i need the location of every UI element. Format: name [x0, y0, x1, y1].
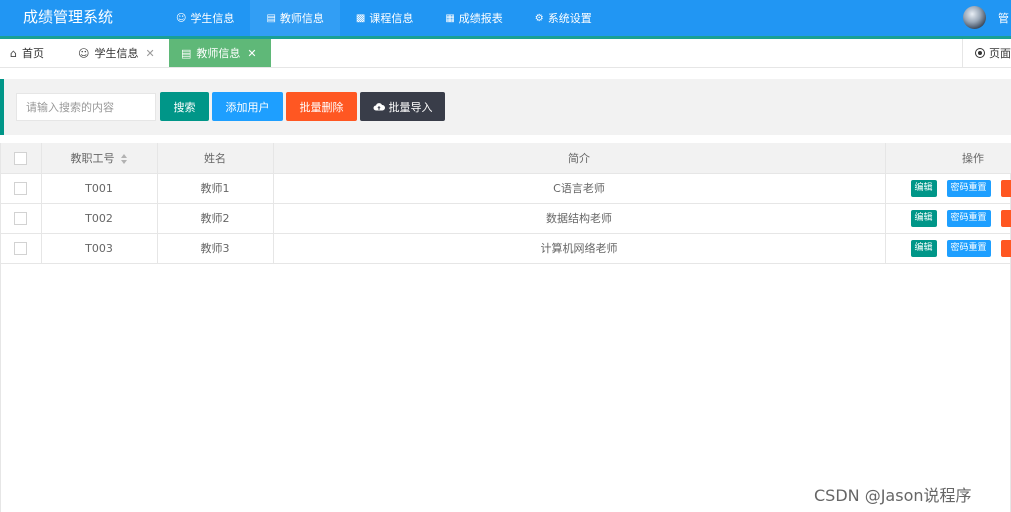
table-icon: ▦: [445, 12, 455, 24]
search-button[interactable]: 搜索: [160, 92, 209, 121]
sort-icon[interactable]: [120, 153, 128, 164]
gear-icon: ⚙: [534, 12, 544, 24]
tab-home[interactable]: ⌂ 首页: [10, 39, 44, 67]
column-header-ops: 操作: [885, 143, 1011, 174]
batch-import-button[interactable]: 批量导入: [360, 92, 445, 121]
cell-intro: 计算机网络老师: [273, 233, 886, 264]
row-select-cell: [1, 233, 42, 264]
cell-name: 教师1: [157, 173, 274, 204]
nav-item-label: 教师信息: [279, 12, 324, 25]
delete-button[interactable]: [1000, 209, 1011, 227]
delete-button[interactable]: [1000, 179, 1011, 197]
cell-intro: 数据结构老师: [273, 203, 886, 234]
cell-ops: 编辑 密码重置: [885, 233, 1011, 264]
edit-button[interactable]: 编辑: [910, 209, 937, 227]
column-header-name: 姓名: [157, 143, 274, 174]
table-row: T002 教师2 数据结构老师 编辑 密码重置: [1, 203, 1011, 234]
cell-name: 教师3: [157, 233, 274, 264]
app-title: 成绩管理系统: [23, 8, 114, 26]
file-icon: ▤: [181, 46, 192, 60]
page-operations-button[interactable]: 页面: [962, 39, 1011, 67]
delete-button[interactable]: [1000, 239, 1011, 257]
nav-item-students[interactable]: ☺ 学生信息: [160, 0, 250, 36]
reset-password-button[interactable]: 密码重置: [946, 179, 991, 197]
nav-item-label: 课程信息: [369, 12, 414, 25]
users-icon: ☺: [176, 12, 187, 24]
select-all-checkbox[interactable]: [14, 151, 28, 165]
reset-password-button[interactable]: 密码重置: [946, 209, 991, 227]
watermark: CSDN @Jason说程序: [814, 486, 972, 505]
column-header-intro: 简介: [273, 143, 886, 174]
cell-ops: 编辑 密码重置: [885, 203, 1011, 234]
batch-delete-button[interactable]: 批量删除: [286, 92, 357, 121]
close-icon[interactable]: ✕: [145, 47, 154, 60]
table-header-row: 教职工号 姓名 简介 操作: [1, 143, 1011, 174]
row-checkbox[interactable]: [14, 211, 28, 225]
column-header-label: 教职工号: [70, 151, 115, 165]
nav-item-label: 学生信息: [190, 12, 235, 25]
nav-item-teachers[interactable]: ▤ 教师信息: [250, 0, 341, 39]
edit-button[interactable]: 编辑: [910, 239, 937, 257]
user-name[interactable]: 管: [998, 10, 1009, 26]
reset-password-button[interactable]: 密码重置: [946, 239, 991, 257]
cell-id: T001: [41, 173, 158, 204]
cell-id: T002: [41, 203, 158, 234]
search-input[interactable]: [16, 93, 156, 121]
home-icon: ⌂: [10, 46, 17, 60]
page-ops-label: 页面: [989, 47, 1011, 60]
cloud-upload-icon: [373, 103, 385, 111]
tab-label: 学生信息: [94, 47, 139, 60]
tab-bar: ⌂ 首页 ☺ 学生信息 ✕ ▤ 教师信息 ✕ 页面: [0, 39, 1011, 68]
tab-label: 教师信息: [196, 47, 241, 60]
file-icon: ▤: [266, 12, 276, 24]
cell-id: T003: [41, 233, 158, 264]
nav-item-reports[interactable]: ▦ 成绩报表: [429, 0, 518, 36]
column-header-id[interactable]: 教职工号: [41, 143, 158, 174]
row-checkbox[interactable]: [14, 241, 28, 255]
table-row: T003 教师3 计算机网络老师 编辑 密码重置: [1, 233, 1011, 264]
book-icon: ▩: [355, 12, 366, 24]
row-select-cell: [1, 203, 42, 234]
nav-item-label: 系统设置: [547, 12, 592, 25]
add-user-button[interactable]: 添加用户: [212, 92, 283, 121]
users-icon: ☺: [78, 46, 90, 60]
cell-name: 教师2: [157, 203, 274, 234]
tab-students[interactable]: ☺ 学生信息 ✕: [78, 39, 155, 67]
tab-label: 首页: [21, 47, 44, 60]
radio-icon: [975, 48, 985, 58]
cell-ops: 编辑 密码重置: [885, 173, 1011, 204]
avatar[interactable]: [963, 6, 986, 29]
row-select-cell: [1, 173, 42, 204]
edit-button[interactable]: 编辑: [910, 179, 937, 197]
tab-teachers[interactable]: ▤ 教师信息 ✕: [169, 39, 271, 67]
nav-item-label: 成绩报表: [458, 12, 503, 25]
main-nav: ☺ 学生信息 ▤ 教师信息 ▩ 课程信息 ▦ 成绩报表 ⚙ 系统设置: [160, 0, 608, 39]
top-header: 成绩管理系统 ☺ 学生信息 ▤ 教师信息 ▩ 课程信息 ▦ 成绩报表 ⚙ 系统设…: [0, 0, 1011, 39]
nav-item-settings[interactable]: ⚙ 系统设置: [519, 0, 608, 36]
row-checkbox[interactable]: [14, 181, 28, 195]
select-all-cell: [1, 143, 42, 174]
cell-intro: C语言老师: [273, 173, 886, 204]
nav-item-courses[interactable]: ▩ 课程信息: [340, 0, 429, 36]
table-row: T001 教师1 C语言老师 编辑 密码重置: [1, 173, 1011, 204]
close-icon[interactable]: ✕: [247, 47, 256, 60]
teacher-table: 教职工号 姓名 简介 操作 T001 教师1 C语言老师 编辑 密码重置 T002…: [0, 143, 1011, 512]
batch-import-label: 批量导入: [388, 100, 433, 114]
